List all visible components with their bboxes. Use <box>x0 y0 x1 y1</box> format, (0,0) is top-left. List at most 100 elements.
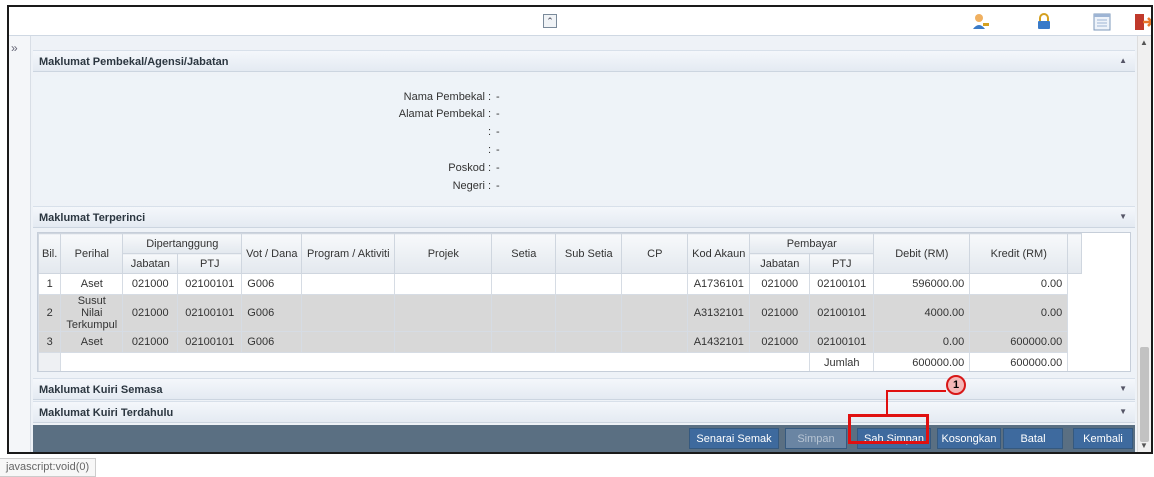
cell-jabatan: 021000 <box>122 294 179 332</box>
col-program-aktiviti[interactable]: Program / Aktiviti <box>301 233 396 274</box>
cell-vot: G006 <box>241 331 303 353</box>
app-window: ⌃ » Maklumat Pembekal/Agensi/Jabatan ▲ N… <box>7 5 1153 454</box>
col-spacer <box>1067 233 1083 274</box>
scroll-up-icon[interactable]: ▲ <box>1140 38 1148 47</box>
simpan-button[interactable]: Simpan <box>785 428 847 449</box>
cell-sub-setia <box>555 294 623 332</box>
col-cp[interactable]: CP <box>621 233 689 274</box>
col-vot-dana[interactable]: Vot / Dana <box>241 233 303 274</box>
kosongkan-button[interactable]: Kosongkan <box>937 428 1001 449</box>
cell-pembayar-ptj: 02100101 <box>809 294 875 332</box>
total-label: Jumlah <box>809 352 875 371</box>
cell-spacer <box>1067 294 1082 332</box>
double-chevron-up-icon[interactable]: ⌃ <box>543 14 557 28</box>
cell-projek <box>394 331 493 353</box>
field-alamat-pembekal: Alamat Pembekal : - <box>33 108 1135 124</box>
cell-vot: G006 <box>241 294 303 332</box>
cell-setia <box>491 294 557 332</box>
action-toolbar: Senarai Semak Simpan Sah Simpan Kosongka… <box>33 425 1135 452</box>
section-title: Maklumat Kuiri Semasa <box>39 384 163 396</box>
table-row[interactable]: 2 Susut Nilai Terkumpul 021000 02100101 … <box>38 294 1082 332</box>
field-value: - <box>496 162 500 174</box>
col-pembayar-ptj[interactable]: PTJ <box>809 253 875 274</box>
supplier-details: Nama Pembekal : - Alamat Pembekal : - : … <box>33 76 1135 200</box>
vertical-scrollbar[interactable]: ▲ ▼ <box>1137 36 1151 452</box>
col-dipertanggung: Dipertanggung <box>122 233 243 254</box>
cell-perihal: Susut Nilai Terkumpul <box>60 294 124 332</box>
cell-spacer <box>1067 273 1082 295</box>
section-title: Maklumat Kuiri Terdahulu <box>39 407 174 419</box>
cell-program <box>301 294 396 332</box>
table-row[interactable]: 1 Aset 021000 02100101 G006 A1736101 021… <box>38 273 1082 295</box>
user-key-icon[interactable] <box>971 12 991 32</box>
field-value: - <box>496 126 500 138</box>
cell-setia <box>491 273 557 295</box>
cell-ptj: 02100101 <box>177 331 243 353</box>
section-title: Maklumat Terperinci <box>39 212 146 224</box>
cell-bil: 3 <box>38 331 62 353</box>
callout-line-horizontal <box>886 390 946 392</box>
cell-cp <box>621 294 689 332</box>
col-sub-setia[interactable]: Sub Setia <box>555 233 623 274</box>
col-projek[interactable]: Projek <box>394 233 493 274</box>
field-separator: : <box>488 91 492 103</box>
cell-sub-setia <box>555 273 623 295</box>
col-dipertanggung-jabatan[interactable]: Jabatan <box>122 253 179 274</box>
col-debit[interactable]: Debit (RM) <box>873 233 971 274</box>
field-value: - <box>496 180 500 192</box>
field-poskod: Poskod : - <box>33 162 1135 178</box>
list-icon[interactable] <box>1092 12 1112 32</box>
col-perihal[interactable]: Perihal <box>60 233 124 274</box>
cell-bil: 1 <box>38 273 62 295</box>
cell-perihal: Aset <box>60 273 124 295</box>
field-negeri: Negeri : - <box>33 180 1135 196</box>
field-label: Poskod <box>448 162 485 174</box>
total-debit: 600000.00 <box>873 352 971 371</box>
cell-setia <box>491 331 557 353</box>
col-pembayar-jabatan[interactable]: Jabatan <box>749 253 811 274</box>
top-bar: ⌃ <box>9 7 1151 36</box>
callout-number-badge: 1 <box>946 375 966 395</box>
field-value: - <box>496 91 500 103</box>
cell-bil: 2 <box>38 294 62 332</box>
scroll-down-icon[interactable]: ▼ <box>1140 441 1148 450</box>
cell-pembayar-jabatan: 021000 <box>749 331 811 353</box>
cell-jabatan: 021000 <box>122 273 179 295</box>
section-header-supplier[interactable]: Maklumat Pembekal/Agensi/Jabatan ▲ <box>33 50 1135 72</box>
field-alamat-line-2: : - <box>33 126 1135 142</box>
cell-sub-setia <box>555 331 623 353</box>
callout-line-vertical <box>886 390 888 414</box>
kembali-button[interactable]: Kembali <box>1073 428 1133 449</box>
lock-icon[interactable] <box>1034 12 1054 32</box>
col-setia[interactable]: Setia <box>491 233 557 274</box>
double-chevron-right-icon[interactable]: » <box>11 41 18 55</box>
cell-kredit: 600000.00 <box>969 331 1069 353</box>
col-dipertanggung-ptj[interactable]: PTJ <box>177 253 243 274</box>
cell-program <box>301 273 396 295</box>
caret-down-icon[interactable]: ▼ <box>1119 384 1127 393</box>
details-table: Bil. Perihal Dipertanggung Vot / Dana Pr… <box>37 232 1131 372</box>
logout-icon[interactable] <box>1133 12 1153 32</box>
cell-kod-akaun: A1736101 <box>687 273 751 295</box>
main-content: Maklumat Pembekal/Agensi/Jabatan ▲ Nama … <box>31 36 1137 452</box>
cell-ptj: 02100101 <box>177 273 243 295</box>
section-header-kuiri-semasa[interactable]: Maklumat Kuiri Semasa ▼ <box>33 378 1135 400</box>
batal-button[interactable]: Batal <box>1003 428 1063 449</box>
col-bil[interactable]: Bil. <box>38 233 62 274</box>
cell-empty <box>60 352 811 371</box>
scroll-thumb[interactable] <box>1140 347 1149 442</box>
section-header-kuiri-terdahulu[interactable]: Maklumat Kuiri Terdahulu ▼ <box>33 401 1135 423</box>
col-pembayar: Pembayar <box>749 233 875 254</box>
col-kod-akaun[interactable]: Kod Akaun <box>687 233 751 274</box>
field-nama-pembekal: Nama Pembekal : - <box>33 91 1135 107</box>
senarai-semak-button[interactable]: Senarai Semak <box>689 428 779 449</box>
caret-down-icon[interactable]: ▼ <box>1119 212 1127 221</box>
section-header-details[interactable]: Maklumat Terperinci ▼ <box>33 206 1135 228</box>
col-kredit[interactable]: Kredit (RM) <box>969 233 1069 274</box>
cell-program <box>301 331 396 353</box>
cell-debit: 4000.00 <box>873 294 971 332</box>
caret-up-icon[interactable]: ▲ <box>1119 56 1127 65</box>
field-alamat-line-3: : - <box>33 144 1135 160</box>
table-row[interactable]: 3 Aset 021000 02100101 G006 A1432101 021… <box>38 331 1082 353</box>
caret-down-icon[interactable]: ▼ <box>1119 407 1127 416</box>
